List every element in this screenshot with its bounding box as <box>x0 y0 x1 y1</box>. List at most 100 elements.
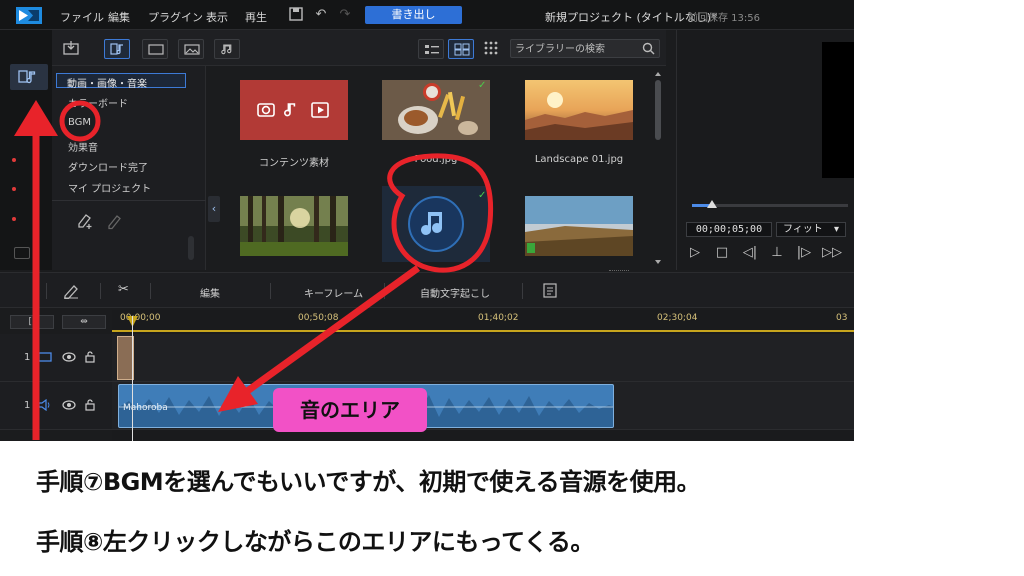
redo-icon[interactable]: ↷ <box>337 7 353 23</box>
video-track-icon <box>38 352 52 362</box>
category-scrollbar[interactable] <box>188 236 194 260</box>
subtitle-icon[interactable] <box>542 282 558 299</box>
split-icon[interactable]: ⊥ <box>768 244 786 262</box>
divider <box>150 283 151 299</box>
filter-video-button[interactable] <box>142 39 168 59</box>
list-view-button[interactable] <box>418 39 444 59</box>
video-editor-window: ファイル 編集 プラグイン 表示 再生 ↶ ↷ 書き出し 新規プロジェクト (タ… <box>0 0 854 441</box>
track-number: 1 <box>24 400 31 411</box>
lock-icon[interactable] <box>84 398 96 411</box>
library-item-music[interactable] <box>382 186 490 262</box>
category-item-my-projects[interactable]: マイ プロジェクト <box>68 180 151 195</box>
timecode-display[interactable]: 00;00;05;00 <box>686 222 772 237</box>
thumbnail-size-icon[interactable] <box>484 41 500 57</box>
library-grid: コンテンツ素材 ✓ Food.jpg Landscape 01.jpg ✓ <box>220 66 666 271</box>
playhead-line[interactable] <box>132 316 133 441</box>
ruler-label: 00;00;00 <box>120 313 161 323</box>
scissors-icon[interactable]: ✂ <box>118 282 129 297</box>
status-dot <box>12 158 16 162</box>
menu-view[interactable]: 表示 <box>206 9 228 25</box>
status-dot <box>12 187 16 191</box>
edit-tag-icon[interactable] <box>106 212 126 230</box>
sound-area-label: 音のエリア <box>273 388 427 432</box>
video-track[interactable] <box>112 334 854 382</box>
pen-icon[interactable] <box>62 283 80 299</box>
preview-seek-knob[interactable] <box>707 200 717 208</box>
ruler-label: 03 <box>836 313 848 323</box>
divider <box>46 283 47 299</box>
previous-frame-icon[interactable]: ◁| <box>741 244 759 262</box>
eye-icon[interactable] <box>62 399 76 411</box>
import-icon[interactable] <box>62 39 82 59</box>
grid-view-button[interactable] <box>448 39 474 59</box>
category-item-sfx[interactable]: 効果音 <box>68 139 98 154</box>
category-item-bgm[interactable]: BGM <box>68 117 91 128</box>
ruler-label: 00;50;08 <box>298 313 339 323</box>
ruler-label: 02;30;04 <box>657 313 698 323</box>
library-scrollbar[interactable] <box>655 80 661 140</box>
instruction-step-8: 手順⑧左クリックしながらこのエリアにもってくる。 <box>36 528 594 556</box>
media-room-icon <box>18 70 36 84</box>
eye-icon[interactable] <box>62 351 76 363</box>
app-logo-icon <box>16 7 42 24</box>
status-dot <box>12 217 16 221</box>
keyframe-tool-button[interactable]: キーフレーム <box>304 285 363 300</box>
library-item-food[interactable] <box>382 80 490 140</box>
stop-icon[interactable]: □ <box>713 244 731 262</box>
category-item-media[interactable]: 動画・画像・音楽 <box>56 73 186 90</box>
library-item-forest[interactable] <box>240 196 348 256</box>
fit-dropdown-value: フィット <box>783 224 823 235</box>
search-icon[interactable] <box>642 42 655 55</box>
audio-track-header: 1 <box>0 382 112 430</box>
fit-dropdown[interactable]: フィット ▾ <box>776 222 846 237</box>
library-item-landscape-2[interactable] <box>525 196 633 256</box>
fast-forward-icon[interactable]: ▷▷ <box>822 244 842 262</box>
add-tag-icon[interactable] <box>76 212 96 230</box>
collapse-panel-button[interactable]: ‹ <box>208 196 220 222</box>
filter-all-media-button[interactable] <box>104 39 130 59</box>
menu-edit[interactable]: 編集 <box>108 9 130 25</box>
used-check-icon: ✓ <box>478 80 487 91</box>
category-item-downloads[interactable]: ダウンロード完了 <box>68 159 148 174</box>
timeline-ruler[interactable]: 00;00;00 00;50;08 01;40;02 02;30;04 03 <box>112 310 854 332</box>
room-strip <box>0 30 52 270</box>
next-frame-icon[interactable]: |▷ <box>795 244 813 262</box>
fit-timeline-button[interactable]: ⇹ <box>62 315 106 329</box>
audio-clip-name: Mahoroba <box>123 403 168 413</box>
track-manager-button[interactable]: [] <box>10 315 54 329</box>
auto-transcribe-button[interactable]: 自動文字起こし <box>420 285 490 300</box>
divider <box>384 283 385 299</box>
library-item-label: Food.jpg <box>414 154 458 165</box>
filter-image-button[interactable] <box>178 39 204 59</box>
export-button[interactable]: 書き出し <box>365 6 462 24</box>
menu-plugin[interactable]: プラグイン <box>148 9 203 25</box>
landscape-image-thumbnail <box>525 80 633 140</box>
menu-playback[interactable]: 再生 <box>245 9 267 25</box>
library-search[interactable] <box>510 39 660 58</box>
save-icon[interactable] <box>288 7 304 23</box>
room-button-2[interactable] <box>10 94 48 120</box>
scroll-up-icon[interactable] <box>655 72 661 76</box>
divider <box>270 283 271 299</box>
filter-audio-button[interactable] <box>214 39 240 59</box>
undo-icon[interactable]: ↶ <box>313 7 329 23</box>
lock-icon[interactable] <box>84 350 96 363</box>
forest-image-thumbnail <box>240 196 348 256</box>
video-track-header: 1 <box>0 334 112 382</box>
instruction-step-7: 手順⑦BGMを選んでもいいですが、初期で使える音源を使用。 <box>36 468 701 496</box>
media-room-button[interactable] <box>10 64 48 90</box>
room-collapse-icon[interactable] <box>14 247 30 259</box>
divider <box>100 283 101 299</box>
divider <box>52 200 206 201</box>
library-item-content[interactable] <box>240 80 348 140</box>
play-icon[interactable]: ▷ <box>686 244 704 262</box>
edit-tool-button[interactable]: 編集 <box>200 285 220 300</box>
music-note-icon <box>408 196 464 252</box>
used-check-icon: ✓ <box>478 190 487 201</box>
library-toolbar <box>52 30 666 66</box>
scroll-down-icon[interactable] <box>655 260 661 264</box>
category-item-colorboard[interactable]: カラーボード <box>68 95 128 110</box>
menu-file[interactable]: ファイル <box>60 9 104 25</box>
library-item-landscape[interactable] <box>525 80 633 140</box>
search-input[interactable] <box>515 42 643 56</box>
